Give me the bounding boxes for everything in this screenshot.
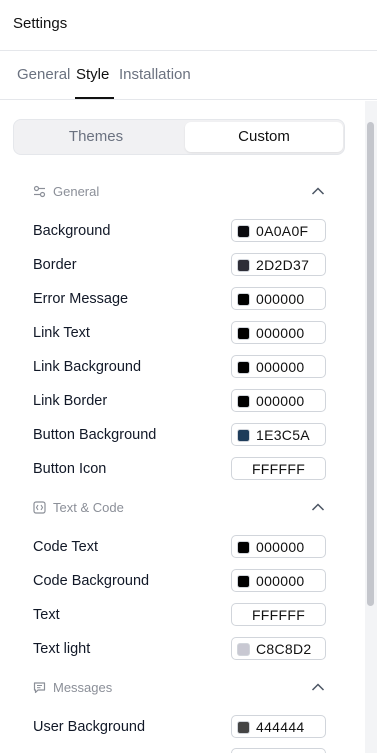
hex-value: 1E3C5A bbox=[256, 427, 310, 443]
color-swatch[interactable] bbox=[237, 643, 250, 656]
sliders-icon bbox=[33, 185, 46, 198]
color-row-code-text: Code Text 000000 bbox=[33, 535, 326, 559]
background-color-input[interactable]: 0A0A0F bbox=[231, 219, 326, 242]
link-text-color-input[interactable]: 000000 bbox=[231, 321, 326, 344]
row-label: Error Message bbox=[33, 291, 129, 307]
color-row-button-background: Button Background 1E3C5A bbox=[33, 423, 326, 447]
link-background-color-input[interactable]: 000000 bbox=[231, 355, 326, 378]
color-row-link-background: Link Background 000000 bbox=[33, 355, 326, 379]
color-swatch[interactable] bbox=[237, 327, 250, 340]
color-swatch[interactable] bbox=[237, 429, 250, 442]
hex-value: C8C8D2 bbox=[256, 641, 312, 657]
custom-button[interactable]: Custom bbox=[185, 122, 343, 152]
row-label: Text light bbox=[33, 641, 91, 657]
row-label: Link Background bbox=[33, 359, 142, 375]
row-label: Border bbox=[33, 257, 77, 273]
color-swatch[interactable] bbox=[237, 225, 250, 238]
code-background-color-input[interactable]: 000000 bbox=[231, 569, 326, 592]
hex-value: 000000 bbox=[256, 573, 305, 589]
code-text-color-input[interactable]: 000000 bbox=[231, 535, 326, 558]
scrollbar-thumb[interactable] bbox=[367, 122, 374, 606]
hex-value: 2D2D37 bbox=[256, 257, 310, 273]
color-swatch[interactable] bbox=[237, 259, 250, 272]
hex-value: 0A0A0F bbox=[256, 223, 309, 239]
hex-value: FFFFFF bbox=[251, 607, 306, 623]
color-row-user-background: User Background 444444 bbox=[33, 715, 326, 739]
color-row-next-partial bbox=[33, 748, 326, 753]
button-background-color-input[interactable]: 1E3C5A bbox=[231, 423, 326, 446]
color-swatch[interactable] bbox=[237, 721, 250, 734]
settings-scroll-area[interactable]: Themes Custom General Background 0A0A0F … bbox=[0, 101, 365, 753]
tab-installation[interactable]: Installation bbox=[119, 66, 191, 83]
text-light-color-input[interactable]: C8C8D2 bbox=[231, 637, 326, 660]
hex-value: 444444 bbox=[256, 719, 305, 735]
color-swatch[interactable] bbox=[237, 575, 250, 588]
chevron-up-icon[interactable] bbox=[311, 682, 325, 692]
code-block-icon bbox=[33, 501, 46, 514]
link-border-color-input[interactable]: 000000 bbox=[231, 389, 326, 412]
row-label: Link Border bbox=[33, 393, 108, 409]
tab-style[interactable]: Style bbox=[76, 66, 109, 83]
section-text-code-label: Text & Code bbox=[53, 500, 124, 515]
chevron-up-icon[interactable] bbox=[311, 502, 325, 512]
user-background-color-input[interactable]: 444444 bbox=[231, 715, 326, 738]
hex-value: 000000 bbox=[256, 291, 305, 307]
row-label: Button Background bbox=[33, 427, 157, 443]
color-row-text: Text FFFFFF bbox=[33, 603, 326, 627]
hex-value: 000000 bbox=[256, 539, 305, 555]
color-swatch[interactable] bbox=[237, 395, 250, 408]
hex-value: 000000 bbox=[256, 359, 305, 375]
color-row-background: Background 0A0A0F bbox=[33, 219, 326, 243]
color-row-error-message: Error Message 000000 bbox=[33, 287, 326, 311]
section-messages-header[interactable]: Messages bbox=[33, 679, 325, 697]
theme-mode-toggle: Themes Custom bbox=[13, 119, 345, 155]
row-label: Button Icon bbox=[33, 461, 107, 477]
hex-value: FFFFFF bbox=[251, 461, 306, 477]
section-messages-label: Messages bbox=[53, 680, 113, 695]
row-label: Text bbox=[33, 607, 60, 623]
color-swatch[interactable] bbox=[237, 293, 250, 306]
row-label: Background bbox=[33, 223, 111, 239]
color-row-border: Border 2D2D37 bbox=[33, 253, 326, 277]
section-general-header[interactable]: General bbox=[33, 183, 325, 201]
border-color-input[interactable]: 2D2D37 bbox=[231, 253, 326, 276]
hex-value: 000000 bbox=[256, 325, 305, 341]
hex-value: 000000 bbox=[256, 393, 305, 409]
text-color-input[interactable]: FFFFFF bbox=[231, 603, 326, 626]
tab-bar: General Style Installation bbox=[0, 51, 377, 100]
error-message-color-input[interactable]: 000000 bbox=[231, 287, 326, 310]
color-row-button-icon: Button Icon FFFFFF bbox=[33, 457, 326, 481]
settings-header: Settings bbox=[0, 0, 377, 51]
active-tab-indicator bbox=[75, 97, 114, 99]
color-row-link-text: Link Text 000000 bbox=[33, 321, 326, 345]
page-title: Settings bbox=[13, 15, 68, 32]
themes-button[interactable]: Themes bbox=[17, 122, 175, 152]
tab-general[interactable]: General bbox=[17, 66, 70, 83]
color-row-link-border: Link Border 000000 bbox=[33, 389, 326, 413]
chevron-up-icon[interactable] bbox=[311, 186, 325, 196]
row-label: Code Background bbox=[33, 573, 150, 589]
next-color-input[interactable] bbox=[231, 748, 326, 753]
color-row-code-background: Code Background 000000 bbox=[33, 569, 326, 593]
color-row-text-light: Text light C8C8D2 bbox=[33, 637, 326, 661]
section-general-label: General bbox=[53, 184, 100, 199]
section-text-code-header[interactable]: Text & Code bbox=[33, 499, 325, 517]
row-label: Link Text bbox=[33, 325, 90, 341]
color-swatch[interactable] bbox=[237, 541, 250, 554]
color-swatch[interactable] bbox=[237, 361, 250, 374]
button-icon-color-input[interactable]: FFFFFF bbox=[231, 457, 326, 480]
message-icon bbox=[33, 682, 46, 694]
row-label: User Background bbox=[33, 719, 146, 735]
row-label: Code Text bbox=[33, 539, 99, 555]
